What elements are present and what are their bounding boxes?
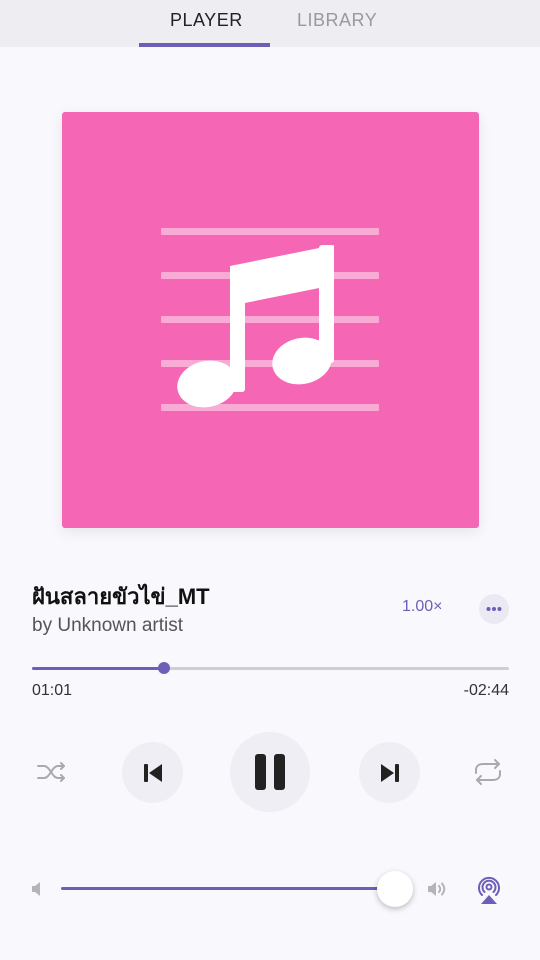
seek-bar[interactable] <box>32 662 509 674</box>
skip-next-icon <box>380 763 399 782</box>
playback-speed-button[interactable]: 1.00× <box>402 598 442 616</box>
music-note-icon <box>161 228 379 411</box>
tab-library[interactable]: LIBRARY <box>297 10 377 31</box>
track-artist: by Unknown artist <box>32 615 184 636</box>
next-button[interactable] <box>359 742 420 803</box>
tab-bar: PLAYER LIBRARY <box>0 0 540 47</box>
volume-high-icon <box>428 882 446 896</box>
elapsed-time: 01:01 <box>32 682 73 699</box>
play-pause-button[interactable] <box>230 732 310 812</box>
volume-low-icon <box>32 882 40 896</box>
shuffle-icon <box>37 762 65 782</box>
seek-thumb[interactable] <box>158 662 171 674</box>
tab-player[interactable]: PLAYER <box>170 10 243 31</box>
previous-button[interactable] <box>122 742 183 803</box>
volume-high-button <box>425 877 451 901</box>
more-button[interactable] <box>479 594 509 624</box>
track-title: ฝันสลายขัวไข่_MT <box>32 584 210 609</box>
skip-previous-icon <box>143 763 162 782</box>
repeat-icon <box>475 759 501 785</box>
shuffle-button[interactable] <box>32 752 72 792</box>
album-artwork <box>62 112 479 528</box>
volume-low-button <box>28 879 46 899</box>
pause-icon <box>255 754 285 790</box>
airplay-button[interactable] <box>472 873 506 907</box>
active-tab-indicator <box>139 43 270 47</box>
repeat-button[interactable] <box>468 752 508 792</box>
more-icon <box>486 607 502 611</box>
seek-progress <box>32 667 165 670</box>
airplay-icon <box>478 876 500 904</box>
remaining-time: -02:44 <box>463 682 509 699</box>
volume-thumb[interactable] <box>377 871 413 907</box>
volume-slider[interactable] <box>61 887 396 890</box>
